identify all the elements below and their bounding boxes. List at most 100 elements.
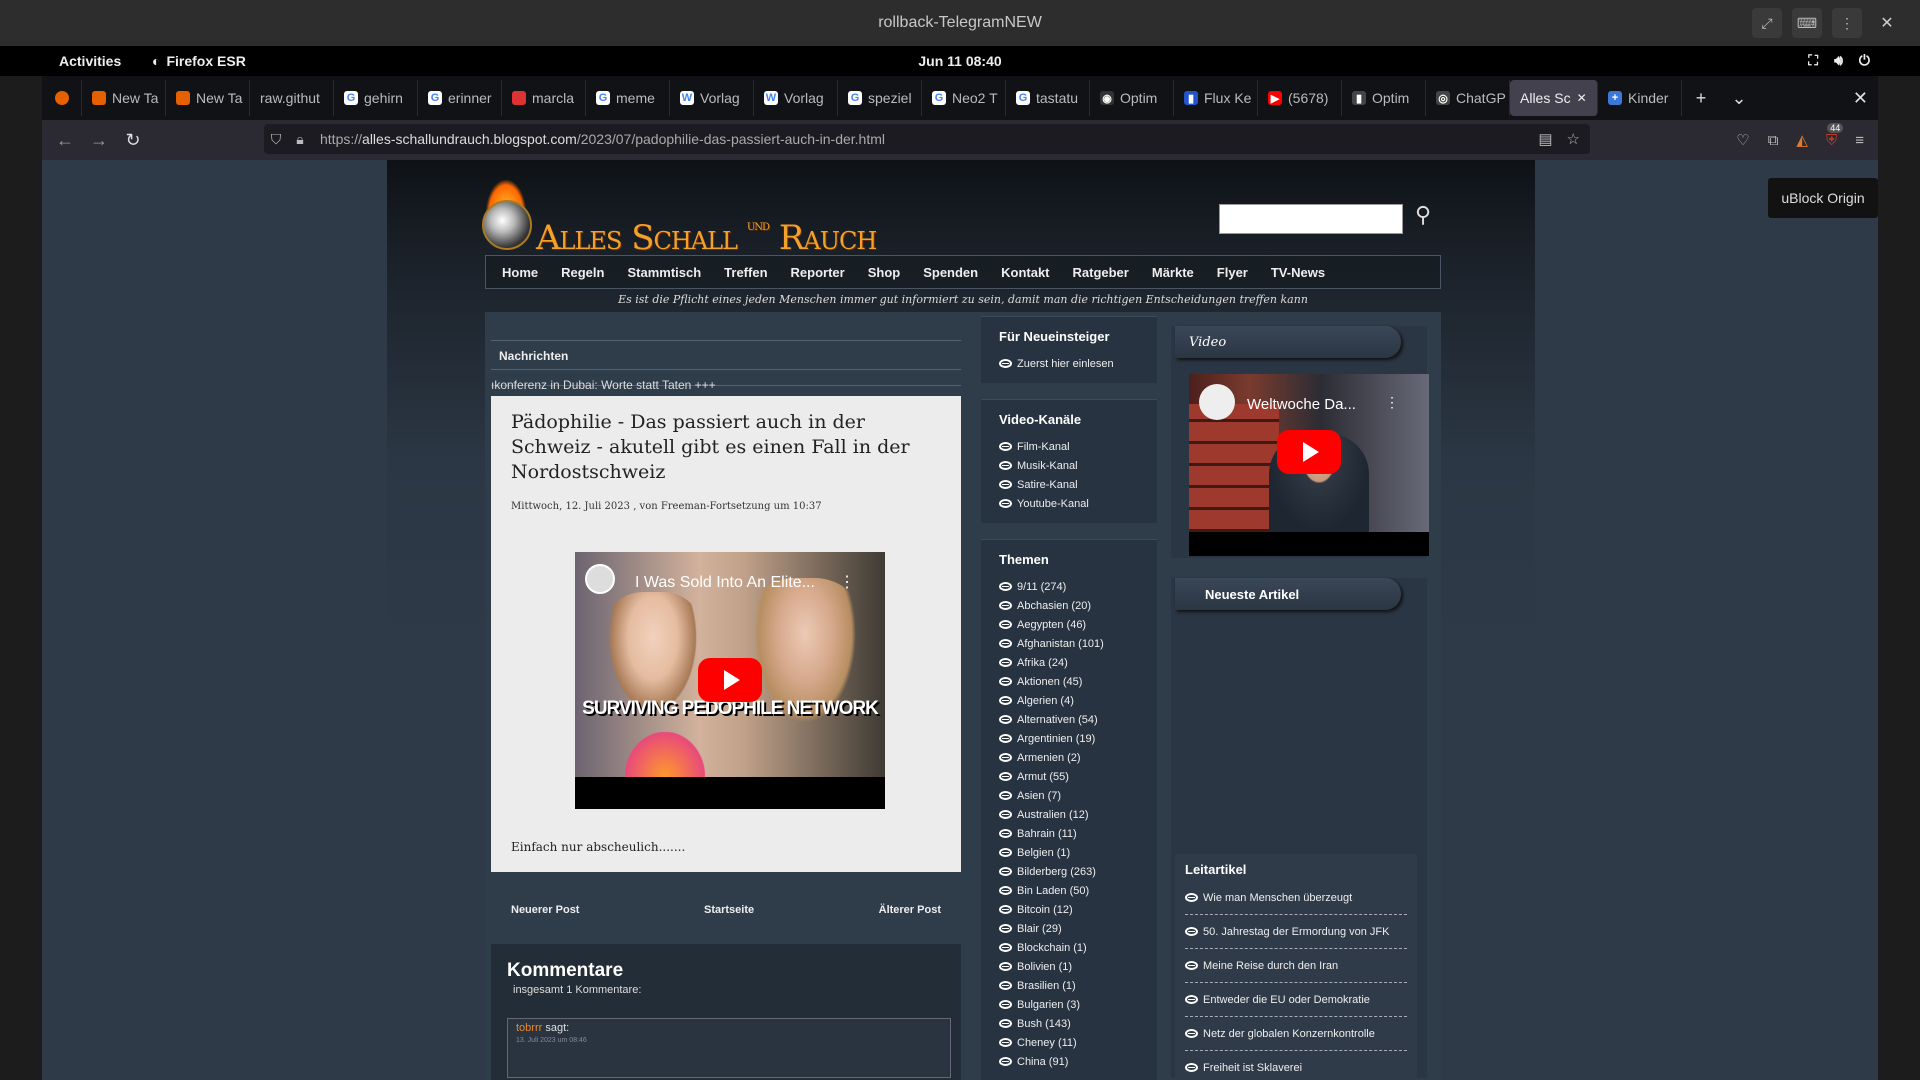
topic-link[interactable]: China (91)	[999, 1052, 1157, 1071]
youtube-play-icon[interactable]	[1277, 430, 1341, 474]
tab-item[interactable]: Alles Sc ✕	[1510, 80, 1598, 116]
system-tray[interactable]: ⛶ 🔊︎ ⏻	[1808, 52, 1870, 69]
channel-link[interactable]: Musik-Kanal	[999, 456, 1157, 475]
lead-article-link[interactable]: 50. Jahrestag der Ermordung von JFK	[1185, 915, 1407, 949]
lead-article-link[interactable]: Netz der globalen Konzernkontrolle	[1185, 1017, 1407, 1051]
pocket-icon[interactable]: ♡	[1736, 131, 1749, 149]
tab-item[interactable]: Gmeme	[586, 80, 670, 116]
topic-link[interactable]: Afghanistan (101)	[999, 634, 1157, 653]
home-link[interactable]: Startseite	[704, 904, 754, 916]
lead-article-link[interactable]: Meine Reise durch den Iran	[1185, 949, 1407, 983]
bookmark-star-icon[interactable]: ☆	[1567, 130, 1580, 148]
tab-item[interactable]: W Vorlag	[670, 80, 754, 116]
tab-item[interactable]: W Vorlag	[754, 80, 838, 116]
channel-link[interactable]: Film-Kanal	[999, 437, 1157, 456]
topic-link[interactable]: Armut (55)	[999, 767, 1157, 786]
clock[interactable]: Jun 11 08:40	[0, 53, 1920, 69]
keyboard-icon[interactable]: ⌨	[1792, 8, 1822, 38]
topic-link[interactable]: Abchasien (20)	[999, 596, 1157, 615]
topic-link[interactable]: Bulgarien (3)	[999, 995, 1157, 1014]
tab-item[interactable]: ◎ ChatGP	[1426, 80, 1510, 116]
lock-icon[interactable]: 🔒︎	[288, 131, 312, 148]
lead-article-link[interactable]: Entweder die EU oder Demokratie	[1185, 983, 1407, 1017]
channel-link[interactable]: Youtube-Kanal	[999, 494, 1157, 513]
menu-item[interactable]: Shop	[860, 265, 909, 280]
channel-avatar[interactable]	[585, 564, 615, 594]
menu-item[interactable]: Kontakt	[993, 265, 1057, 280]
topic-link[interactable]: Bolivien (1)	[999, 957, 1157, 976]
video-title[interactable]: I Was Sold Into An Elite...	[635, 574, 815, 592]
tab-item[interactable]: marcla	[502, 80, 586, 116]
topic-link[interactable]: Bahrain (11)	[999, 824, 1157, 843]
tab-item[interactable]: raw.githut	[250, 80, 334, 116]
app-menu[interactable]: ◐ Firefox ESR	[152, 53, 246, 69]
extension-icon[interactable]: ◭	[1796, 131, 1808, 149]
tab-item[interactable]: + Kinder	[1598, 80, 1682, 116]
topic-link[interactable]: Armenien (2)	[999, 748, 1157, 767]
topic-link[interactable]: Asien (7)	[999, 786, 1157, 805]
firefox-view-button[interactable]	[42, 80, 82, 116]
tab-item[interactable]: Gspeziel	[838, 80, 922, 116]
menu-item[interactable]: Flyer	[1209, 265, 1256, 280]
topic-link[interactable]: Algerien (4)	[999, 691, 1157, 710]
topic-link[interactable]: Bilderberg (263)	[999, 862, 1157, 881]
topic-link[interactable]: Alternativen (54)	[999, 710, 1157, 729]
topic-link[interactable]: Blair (29)	[999, 919, 1157, 938]
topic-link[interactable]: Brasilien (1)	[999, 976, 1157, 995]
channel-avatar[interactable]	[1199, 384, 1235, 420]
activities-button[interactable]: Activities	[59, 53, 121, 69]
tab-item[interactable]: Ggehirn	[334, 80, 418, 116]
topic-link[interactable]: Belgien (1)	[999, 843, 1157, 862]
menu-item[interactable]: Treffen	[716, 265, 775, 280]
topic-link[interactable]: Argentinien (19)	[999, 729, 1157, 748]
close-icon[interactable]: ✕	[1872, 8, 1902, 38]
kebab-menu-icon[interactable]: ⋮	[839, 572, 855, 592]
comment-date[interactable]: 13. Juli 2023 um 08:46	[516, 1037, 942, 1044]
reload-icon[interactable]: ↻	[116, 130, 150, 151]
beginner-link[interactable]: Zuerst hier einlesen	[999, 354, 1157, 373]
lead-article-link[interactable]: Wie man Menschen überzeugt	[1185, 881, 1407, 915]
menu-item[interactable]: Märkte	[1144, 265, 1202, 280]
menu-item[interactable]: Stammtisch	[619, 265, 709, 280]
fullscreen-icon[interactable]: ⤢	[1752, 8, 1782, 38]
topic-link[interactable]: Bitcoin (12)	[999, 900, 1157, 919]
kebab-menu-icon[interactable]: ⋮	[1832, 8, 1862, 38]
close-tab-icon[interactable]: ✕	[1577, 91, 1587, 105]
tab-item[interactable]: ◉ Optim	[1090, 80, 1174, 116]
tab-item[interactable]: New Ta	[82, 80, 166, 116]
topic-link[interactable]: Bin Laden (50)	[999, 881, 1157, 900]
video-title[interactable]: Weltwoche Da...	[1247, 396, 1356, 413]
topic-link[interactable]: Blockchain (1)	[999, 938, 1157, 957]
tab-item[interactable]: Gerinner	[418, 80, 502, 116]
channel-link[interactable]: Satire-Kanal	[999, 475, 1157, 494]
topic-link[interactable]: Aktionen (45)	[999, 672, 1157, 691]
topic-link[interactable]: Bush (143)	[999, 1014, 1157, 1033]
menu-item[interactable]: Regeln	[553, 265, 612, 280]
close-window-icon[interactable]: ✕	[1853, 88, 1868, 109]
topic-link[interactable]: Afrika (24)	[999, 653, 1157, 672]
url-bar[interactable]: ⛉ 🔒︎ https://alles-schallundrauch.blogsp…	[264, 124, 1590, 154]
extensions-icon[interactable]: ⧉	[1768, 132, 1779, 149]
chevron-down-icon[interactable]: ⌄	[1720, 88, 1758, 109]
tab-item[interactable]: G Neo2 T	[922, 80, 1006, 116]
menu-item[interactable]: Home	[494, 265, 546, 280]
menu-item[interactable]: Ratgeber	[1065, 265, 1137, 280]
site-search-input[interactable]	[1219, 204, 1403, 234]
topic-link[interactable]: Australien (12)	[999, 805, 1157, 824]
tab-item[interactable]: ▶ (5678)	[1258, 80, 1342, 116]
lead-article-link[interactable]: Freiheit ist Sklaverei	[1185, 1051, 1407, 1080]
youtube-embed[interactable]: Weltwoche Da... ⋮	[1189, 374, 1429, 556]
newer-post-link[interactable]: Neuerer Post	[511, 904, 579, 916]
topic-link[interactable]: 9/11 (274)	[999, 577, 1157, 596]
topic-link[interactable]: Aegypten (46)	[999, 615, 1157, 634]
back-icon[interactable]: ←	[48, 130, 82, 151]
forward-icon[interactable]: →	[82, 130, 116, 151]
tab-item[interactable]: Gtastatu	[1006, 80, 1090, 116]
search-icon[interactable]: ⚲	[1415, 202, 1441, 232]
comment-author[interactable]: tobrrr	[516, 1022, 542, 1034]
shield-icon[interactable]: ⛉	[264, 131, 288, 148]
tab-item[interactable]: ▮ Flux Ke	[1174, 80, 1258, 116]
menu-item[interactable]: Reporter	[783, 265, 853, 280]
youtube-embed[interactable]: I Was Sold Into An Elite... ⋮ SURVIVING …	[575, 552, 885, 809]
kebab-menu-icon[interactable]: ⋮	[1385, 394, 1399, 411]
